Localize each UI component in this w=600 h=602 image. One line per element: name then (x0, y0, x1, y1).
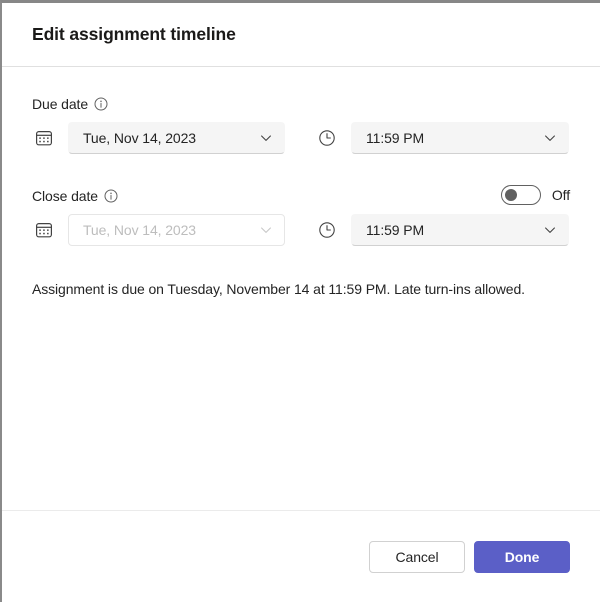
done-button[interactable]: Done (474, 540, 570, 573)
due-date-label-row: Due date (32, 95, 570, 113)
chevron-down-icon[interactable] (543, 131, 557, 145)
close-date-input: Tue, Nov 14, 2023 (68, 214, 285, 246)
due-date-controls: Tue, Nov 14, 2023 11:59 PM (32, 122, 570, 154)
timeline-summary-text: Assignment is due on Tuesday, November 1… (32, 281, 525, 297)
chevron-down-icon (259, 223, 273, 237)
close-time-input[interactable]: 11:59 PM (351, 214, 569, 246)
calendar-icon (32, 126, 56, 150)
close-time-value: 11:59 PM (366, 222, 425, 238)
close-date-value: Tue, Nov 14, 2023 (83, 222, 196, 238)
close-date-group: Close date Off Tue, Nov 14, 2023 11:59 P… (32, 185, 570, 246)
calendar-icon (32, 218, 56, 242)
dialog-footer: Cancel Done (2, 510, 600, 602)
close-date-label: Close date (32, 188, 98, 204)
due-date-label: Due date (32, 96, 89, 112)
due-date-value: Tue, Nov 14, 2023 (83, 130, 196, 146)
close-date-toggle-row: Off (500, 185, 570, 205)
clock-icon (315, 126, 339, 150)
clock-icon (315, 218, 339, 242)
info-circle-icon[interactable] (94, 97, 108, 111)
dialog-header: Edit assignment timeline (2, 3, 600, 67)
due-time-value: 11:59 PM (366, 130, 425, 146)
edit-assignment-timeline-dialog: Edit assignment timeline Due date Tue, N… (0, 0, 600, 602)
chevron-down-icon[interactable] (259, 131, 273, 145)
close-date-toggle-state: Off (551, 187, 570, 203)
cancel-button[interactable]: Cancel (369, 540, 465, 573)
chevron-down-icon[interactable] (543, 223, 557, 237)
dialog-body: Due date Tue, Nov 14, 2023 11:59 PM Clos… (2, 67, 600, 510)
due-date-input[interactable]: Tue, Nov 14, 2023 (68, 122, 285, 154)
due-date-group: Due date Tue, Nov 14, 2023 11:59 PM (32, 95, 570, 154)
due-time-input[interactable]: 11:59 PM (351, 122, 569, 154)
toggle-knob (504, 189, 517, 201)
close-date-label-row: Close date (32, 187, 570, 205)
page-title: Edit assignment timeline (32, 24, 236, 44)
close-date-toggle[interactable] (500, 185, 541, 205)
close-date-controls: Tue, Nov 14, 2023 11:59 PM (32, 214, 570, 246)
info-circle-icon[interactable] (104, 189, 118, 203)
